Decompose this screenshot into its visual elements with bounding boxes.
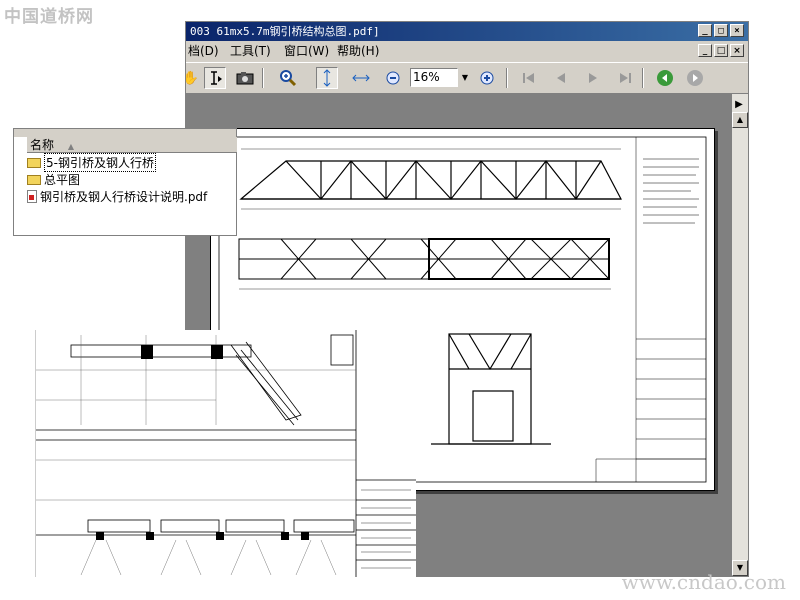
watermark-bottom-right: www.cndao.com: [621, 570, 786, 594]
snapshot-icon[interactable]: [234, 67, 256, 89]
doc-restore-button[interactable]: □: [714, 44, 728, 57]
fit-height-icon[interactable]: [316, 67, 338, 89]
list-item-label: 钢引桥及钢人行桥设计说明.pdf: [40, 190, 208, 204]
prev-page-icon[interactable]: [550, 67, 572, 89]
zoom-level-input[interactable]: 16%: [410, 68, 458, 87]
zoom-plus-icon[interactable]: [476, 67, 498, 89]
next-page-icon[interactable]: [582, 67, 604, 89]
pdf-file-icon: [27, 190, 37, 203]
scroll-up-icon[interactable]: ▲: [732, 112, 748, 128]
minimize-button[interactable]: _: [698, 24, 712, 37]
toolbar-separator: [642, 68, 644, 88]
window-title: 003 61mx5.7m钢引桥结构总图.pdf]: [190, 25, 380, 38]
window-titlebar[interactable]: 003 61mx5.7m钢引桥结构总图.pdf] _ □ ×: [186, 22, 748, 41]
sort-arrow-icon: ▲: [67, 142, 74, 151]
doc-close-button[interactable]: ×: [730, 44, 744, 57]
zoom-out-icon[interactable]: [382, 67, 404, 89]
forward-icon[interactable]: [684, 67, 706, 89]
zoom-in-icon[interactable]: [277, 67, 299, 89]
hand-icon[interactable]: ✋: [180, 67, 202, 89]
maximize-button[interactable]: □: [714, 24, 728, 37]
menu-help[interactable]: 帮助(H): [337, 41, 379, 61]
menubar: 档(D) 工具(T) 窗口(W) 帮助(H) _ □ ×: [186, 41, 748, 61]
select-text-icon[interactable]: [204, 67, 226, 89]
explorer-top-bar: [14, 129, 236, 137]
list-item-label: 5-钢引桥及钢人行桥: [44, 153, 156, 172]
watermark-top-left: 中国道桥网: [4, 7, 94, 27]
toolbar-separator: [262, 68, 264, 88]
vertical-scrollbar[interactable]: ▲ ▼: [732, 94, 748, 576]
toolbar: ✋ 16% ▼: [183, 62, 748, 94]
file-explorer-panel: 名称 ▲ 5-钢引桥及钢人行桥 总平图 钢引桥及钢人行桥设计说明.pdf: [13, 128, 237, 236]
panel-expand-arrow-icon[interactable]: ▶: [732, 97, 746, 113]
toolbar-separator: [506, 68, 508, 88]
list-item-label: 总平图: [44, 173, 81, 187]
zoom-dropdown-arrow-icon[interactable]: ▼: [458, 68, 472, 87]
menu-document[interactable]: 档(D): [188, 41, 219, 61]
list-item[interactable]: 钢引桥及钢人行桥设计说明.pdf: [27, 188, 207, 205]
close-button[interactable]: ×: [730, 24, 744, 37]
folder-icon: [27, 174, 41, 185]
list-item[interactable]: 5-钢引桥及钢人行桥: [27, 153, 156, 172]
bridge-plan-sheet: [35, 330, 416, 577]
folder-icon: [27, 157, 41, 168]
name-column-header[interactable]: 名称 ▲: [27, 137, 237, 153]
back-icon[interactable]: [654, 67, 676, 89]
list-item[interactable]: 总平图: [27, 171, 80, 188]
last-page-icon[interactable]: [614, 67, 636, 89]
doc-minimize-button[interactable]: _: [698, 44, 712, 57]
name-column-label: 名称: [30, 138, 55, 152]
first-page-icon[interactable]: [518, 67, 540, 89]
menu-tools[interactable]: 工具(T): [230, 41, 271, 61]
fit-width-icon[interactable]: [350, 67, 372, 89]
menu-window[interactable]: 窗口(W): [284, 41, 329, 61]
